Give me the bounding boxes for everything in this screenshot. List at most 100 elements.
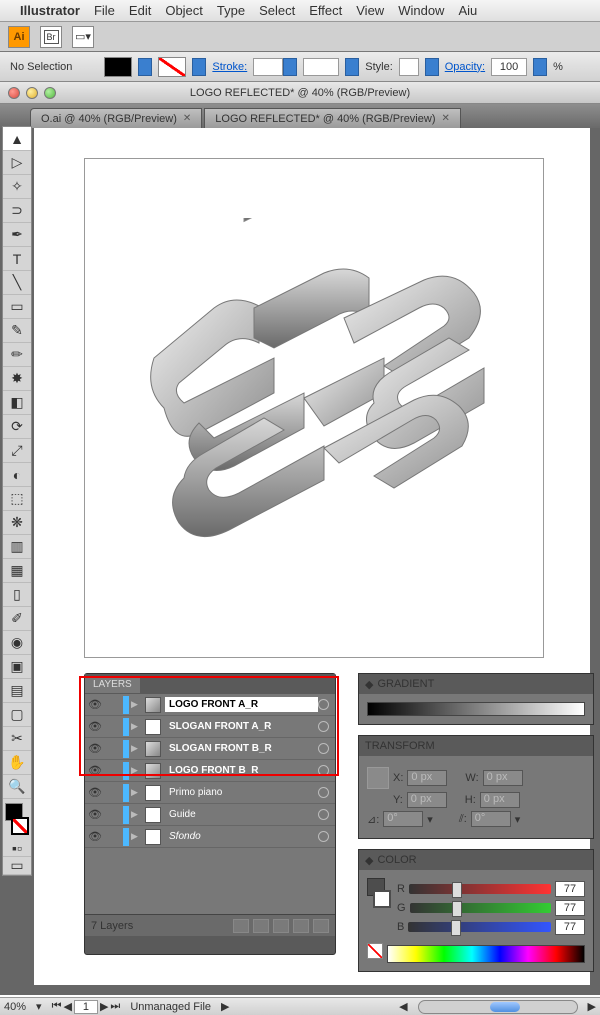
ai-app-icon[interactable]: Ai [8,26,30,48]
eyedropper-tool[interactable]: ✐ [3,607,31,631]
rotate-input[interactable]: 0° [383,811,423,827]
menu-edit[interactable]: Edit [129,3,151,18]
lasso-tool[interactable]: ⊃ [3,199,31,223]
g-input[interactable] [555,900,585,916]
slice-tool[interactable]: ✂ [3,727,31,751]
minimize-window-icon[interactable] [26,87,38,99]
artboard[interactable] [84,158,544,658]
layer-name[interactable]: LOGO FRONT B_R [165,763,318,778]
close-tab-icon[interactable]: ✕ [441,113,449,124]
paintbrush-tool[interactable]: ✎ [3,319,31,343]
delete-layer-icon[interactable] [313,919,329,933]
disclosure-icon[interactable]: ◆ [365,854,373,867]
shear-input[interactable]: 0° [471,811,511,827]
b-input[interactable] [555,919,585,935]
new-sublayer-icon[interactable] [273,919,289,933]
target-icon[interactable] [318,743,329,754]
style-swatch[interactable] [399,58,419,76]
h-input[interactable]: 0 px [480,792,520,808]
stroke-swatch[interactable] [158,57,186,77]
fill-dropdown[interactable] [138,58,152,76]
visibility-toggle-icon[interactable]: 👁 [85,783,105,803]
opacity-input[interactable] [491,58,527,76]
pen-tool[interactable]: ✒ [3,223,31,247]
fill-stroke-control[interactable] [3,803,31,835]
target-icon[interactable] [318,787,329,798]
graph-tool[interactable]: ▥ [3,535,31,559]
type-tool[interactable]: T [3,247,31,271]
layers-tab[interactable]: LAYERS [85,676,140,693]
document-tab[interactable]: O.ai @ 40% (RGB/Preview)✕ [30,108,202,128]
warp-tool[interactable]: ◐ [3,463,31,487]
visibility-toggle-icon[interactable]: 👁 [85,739,105,759]
artboard-page-input[interactable] [74,1000,98,1014]
layer-row[interactable]: 👁▶Primo piano [85,782,335,804]
locate-object-icon[interactable] [233,919,249,933]
layer-name[interactable]: LOGO FRONT A_R [165,697,318,712]
stroke-dropdown[interactable] [192,58,206,76]
r-input[interactable] [555,881,585,897]
menu-effect[interactable]: Effect [309,3,342,18]
fill-swatch[interactable] [104,57,132,77]
blob-brush-tool[interactable]: ✸ [3,367,31,391]
make-clipping-mask-icon[interactable] [253,919,269,933]
zoom-tool[interactable]: 🔍 [3,775,31,799]
disclosure-triangle-icon[interactable]: ▶ [131,699,141,710]
visibility-toggle-icon[interactable]: 👁 [85,695,105,715]
reference-point-icon[interactable] [367,767,389,789]
live-paint-selection-tool[interactable]: ▤ [3,679,31,703]
color-panel[interactable]: ◆COLOR R G B [358,849,594,972]
free-transform-tool[interactable]: ⬚ [3,487,31,511]
canvas[interactable]: LAYERS 👁 ▶ LOGO FRONT A_R 👁 ▶ SLOGAN FRONT A_… [34,128,590,985]
color-mode[interactable]: ▪▫ [3,839,31,857]
disclosure-triangle-icon[interactable]: ▶ [131,831,141,842]
target-icon[interactable] [318,809,329,820]
menu-file[interactable]: File [94,3,115,18]
close-window-icon[interactable] [8,87,20,99]
layer-row[interactable]: 👁 ▶ LOGO FRONT A_R [85,694,335,716]
magic-wand-tool[interactable]: ✧ [3,175,31,199]
selection-tool[interactable]: ▲ [3,127,31,151]
document-tab[interactable]: LOGO REFLECTED* @ 40% (RGB/Preview)✕ [204,108,461,128]
visibility-toggle-icon[interactable]: 👁 [85,827,105,847]
prev-artboard-icon[interactable]: ◀ [63,1000,71,1013]
close-tab-icon[interactable]: ✕ [183,113,191,124]
brush-style[interactable] [303,58,339,76]
spectrum-bar[interactable] [387,945,585,963]
horizontal-scrollbar[interactable] [418,1000,578,1014]
new-layer-icon[interactable] [293,919,309,933]
scale-tool[interactable]: ⤢ [3,439,31,463]
target-icon[interactable] [318,721,329,732]
visibility-toggle-icon[interactable]: 👁 [85,761,105,781]
eraser-tool[interactable]: ◧ [3,391,31,415]
layer-name[interactable]: Sfondo [165,829,318,844]
target-icon[interactable] [318,699,329,710]
opacity-dd[interactable] [533,58,547,76]
layer-name[interactable]: SLOGAN FRONT A_R [165,719,318,734]
menu-view[interactable]: View [356,3,384,18]
layer-row[interactable]: 👁 ▶ Sfondo [85,826,335,848]
visibility-toggle-icon[interactable]: 👁 [85,717,105,737]
gradient-panel[interactable]: ◆GRADIENT [358,673,594,725]
disclosure-triangle-icon[interactable]: ▶ [131,809,141,820]
y-input[interactable]: 0 px [407,792,447,808]
menu-object[interactable]: Object [165,3,203,18]
b-slider[interactable] [408,922,551,932]
target-icon[interactable] [318,831,329,842]
gradient-ramp[interactable] [367,702,585,716]
scroll-left-icon[interactable]: ◀ [399,1000,407,1013]
disclosure-triangle-icon[interactable]: ▶ [131,721,141,732]
arrange-icon[interactable]: ▭▾ [72,26,94,48]
gradient-tool[interactable]: ▯ [3,583,31,607]
zoom-window-icon[interactable] [44,87,56,99]
opacity-label[interactable]: Opacity: [445,61,485,73]
menu-select[interactable]: Select [259,3,295,18]
line-tool[interactable]: ╲ [3,271,31,295]
none-color-icon[interactable] [367,943,383,959]
menu-window[interactable]: Window [398,3,444,18]
hand-tool[interactable]: ✋ [3,751,31,775]
visibility-toggle-icon[interactable]: 👁 [85,805,105,825]
scroll-right-icon[interactable]: ▶ [588,1000,596,1013]
rectangle-tool[interactable]: ▭ [3,295,31,319]
transform-panel[interactable]: TRANSFORM X:0 px W:0 px Y:0 px H:0 px [358,735,594,839]
